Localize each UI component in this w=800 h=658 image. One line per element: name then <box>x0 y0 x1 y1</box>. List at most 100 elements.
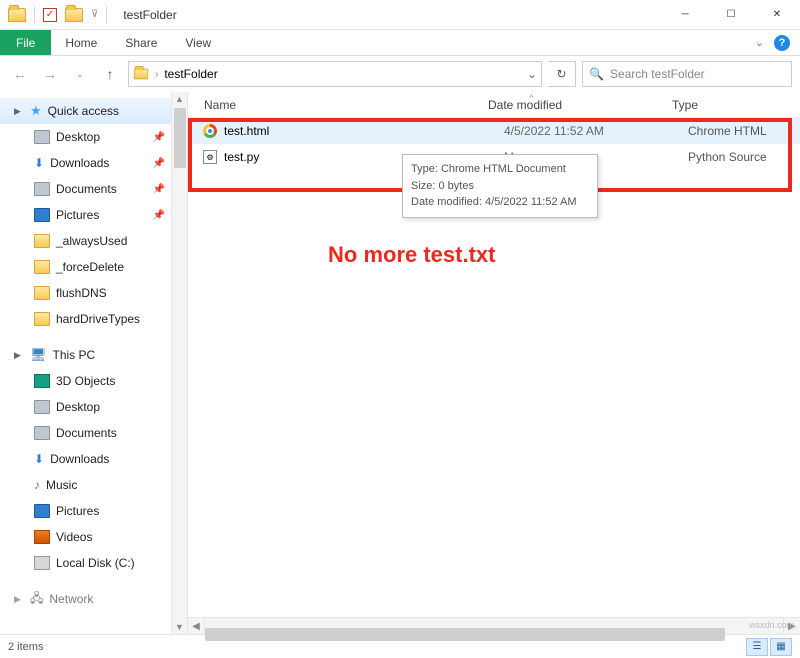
qat-checkbox-icon[interactable]: ✓ <box>43 8 57 22</box>
help-icon[interactable]: ? <box>774 35 790 51</box>
caret-icon[interactable]: ▶ <box>14 594 24 605</box>
file-date: 4/5/2022 11:52 AM <box>504 124 688 138</box>
quick-access-header[interactable]: ▶ ★ Quick access <box>0 98 187 124</box>
pictures-icon <box>34 208 50 222</box>
main-area: ▶ ★ Quick access Desktop📌 ⬇Downloads📌 Do… <box>0 92 800 634</box>
window-title: testFolder <box>123 8 176 22</box>
file-row[interactable]: test.html 4/5/2022 11:52 AM Chrome HTML <box>188 118 800 144</box>
sidebar-item-downloads[interactable]: ⬇Downloads📌 <box>0 150 187 176</box>
column-name[interactable]: Name <box>188 98 488 112</box>
python-file-icon: ⚙ <box>202 149 218 165</box>
folder-icon <box>34 312 50 326</box>
this-pc-header[interactable]: ▶ 🖥 This PC <box>0 342 187 368</box>
annotation-text: No more test.txt <box>328 242 495 268</box>
pictures-icon <box>34 504 50 518</box>
qat-folder-icon[interactable] <box>65 8 83 22</box>
title-bar: ✓ ⊽ testFolder ─ ☐ ✕ <box>0 0 800 30</box>
sidebar-item-documents[interactable]: Documents📌 <box>0 176 187 202</box>
this-pc-label: This PC <box>53 348 96 362</box>
sidebar-scrollbar[interactable]: ▲ ▼ <box>171 92 187 634</box>
separator <box>106 6 107 24</box>
sidebar-item-alwaysused[interactable]: _alwaysUsed <box>0 228 187 254</box>
file-tab[interactable]: File <box>0 30 51 55</box>
separator <box>34 6 35 24</box>
column-date[interactable]: Date modified <box>488 98 672 112</box>
close-button[interactable]: ✕ <box>754 0 800 30</box>
up-button[interactable]: ↑ <box>98 62 122 86</box>
search-box[interactable]: 🔍 Search testFolder <box>582 61 792 87</box>
scroll-left-icon[interactable]: ◀ <box>188 618 205 635</box>
folder-icon <box>34 260 50 274</box>
sidebar-item-videos[interactable]: Videos <box>0 524 187 550</box>
watermark: wsxdn.com <box>749 620 794 630</box>
network-header[interactable]: ▶ 🖧 Network <box>0 586 187 612</box>
downloads-icon: ⬇ <box>34 156 44 170</box>
column-type[interactable]: Type <box>672 98 800 112</box>
caret-icon[interactable]: ▶ <box>14 106 24 117</box>
tab-share[interactable]: Share <box>111 30 171 55</box>
disk-icon <box>34 556 50 570</box>
scroll-thumb[interactable] <box>205 628 725 641</box>
file-type: Chrome HTML <box>688 124 800 138</box>
breadcrumb-sep-icon[interactable]: › <box>155 69 158 80</box>
desktop-icon <box>34 400 50 414</box>
documents-icon <box>34 182 50 196</box>
maximize-button[interactable]: ☐ <box>708 0 754 30</box>
folder-icon <box>34 234 50 248</box>
sidebar-item-pc-downloads[interactable]: ⬇Downloads <box>0 446 187 472</box>
horizontal-scrollbar[interactable]: ◀ ▶ <box>188 617 800 634</box>
sort-indicator-icon: ⌃ <box>528 94 535 103</box>
window-controls: ─ ☐ ✕ <box>662 0 800 30</box>
column-headers: ⌃ Name Date modified Type <box>188 92 800 118</box>
documents-icon <box>34 426 50 440</box>
view-buttons: ☰ ▦ <box>746 638 792 656</box>
address-bar[interactable]: › testFolder ⌄ <box>128 61 542 87</box>
search-placeholder: Search testFolder <box>610 67 705 81</box>
refresh-button[interactable]: ↻ <box>548 61 576 87</box>
desktop-icon <box>34 130 50 144</box>
navigation-row: ← → ⌄ ↑ › testFolder ⌄ ↻ 🔍 Search testFo… <box>0 56 800 92</box>
sidebar-item-pc-desktop[interactable]: Desktop <box>0 394 187 420</box>
ribbon-collapse-icon[interactable]: ⌄ <box>755 36 764 49</box>
sidebar-item-desktop[interactable]: Desktop📌 <box>0 124 187 150</box>
downloads-icon: ⬇ <box>34 452 44 466</box>
tooltip-line: Type: Chrome HTML Document <box>411 161 589 178</box>
scroll-thumb[interactable] <box>174 108 186 168</box>
tab-home[interactable]: Home <box>51 30 111 55</box>
sidebar-item-3dobjects[interactable]: 3D Objects <box>0 368 187 394</box>
tab-view[interactable]: View <box>171 30 225 55</box>
folder-icon <box>34 286 50 300</box>
pin-icon: 📌 <box>153 210 165 221</box>
minimize-button[interactable]: ─ <box>662 0 708 30</box>
details-view-button[interactable]: ☰ <box>746 638 768 656</box>
caret-icon[interactable]: ▶ <box>14 350 24 361</box>
pin-icon: 📌 <box>153 184 165 195</box>
quick-access-toolbar: ✓ ⊽ testFolder <box>0 6 177 24</box>
quick-access-label: Quick access <box>48 104 119 118</box>
sidebar-item-flushdns[interactable]: flushDNS <box>0 280 187 306</box>
back-button[interactable]: ← <box>8 62 32 86</box>
qat-overflow-icon[interactable]: ⊽ <box>91 9 98 20</box>
file-type: Python Source <box>688 150 800 164</box>
scroll-up-icon[interactable]: ▲ <box>175 94 184 104</box>
tooltip-line: Date modified: 4/5/2022 11:52 AM <box>411 194 589 211</box>
app-folder-icon <box>8 8 26 22</box>
file-name: test.html <box>224 124 504 138</box>
chrome-file-icon <box>202 123 218 139</box>
sidebar-item-localdisk[interactable]: Local Disk (C:) <box>0 550 187 576</box>
sidebar-item-pictures[interactable]: Pictures📌 <box>0 202 187 228</box>
sidebar-item-harddrivetypes[interactable]: hardDriveTypes <box>0 306 187 332</box>
sidebar-item-pc-documents[interactable]: Documents <box>0 420 187 446</box>
forward-button[interactable]: → <box>38 62 62 86</box>
thumbnails-view-button[interactable]: ▦ <box>770 638 792 656</box>
sidebar-item-forcedelete[interactable]: _forceDelete <box>0 254 187 280</box>
recent-dropdown-icon[interactable]: ⌄ <box>68 62 92 86</box>
sidebar-item-pc-pictures[interactable]: Pictures <box>0 498 187 524</box>
address-dropdown-icon[interactable]: ⌄ <box>527 67 537 81</box>
quick-access-star-icon: ★ <box>30 103 42 119</box>
pin-icon: 📌 <box>153 158 165 169</box>
tooltip-line: Size: 0 bytes <box>411 178 589 195</box>
sidebar-item-music[interactable]: ♪Music <box>0 472 187 498</box>
breadcrumb-folder[interactable]: testFolder <box>164 67 217 81</box>
scroll-down-icon[interactable]: ▼ <box>175 622 184 632</box>
